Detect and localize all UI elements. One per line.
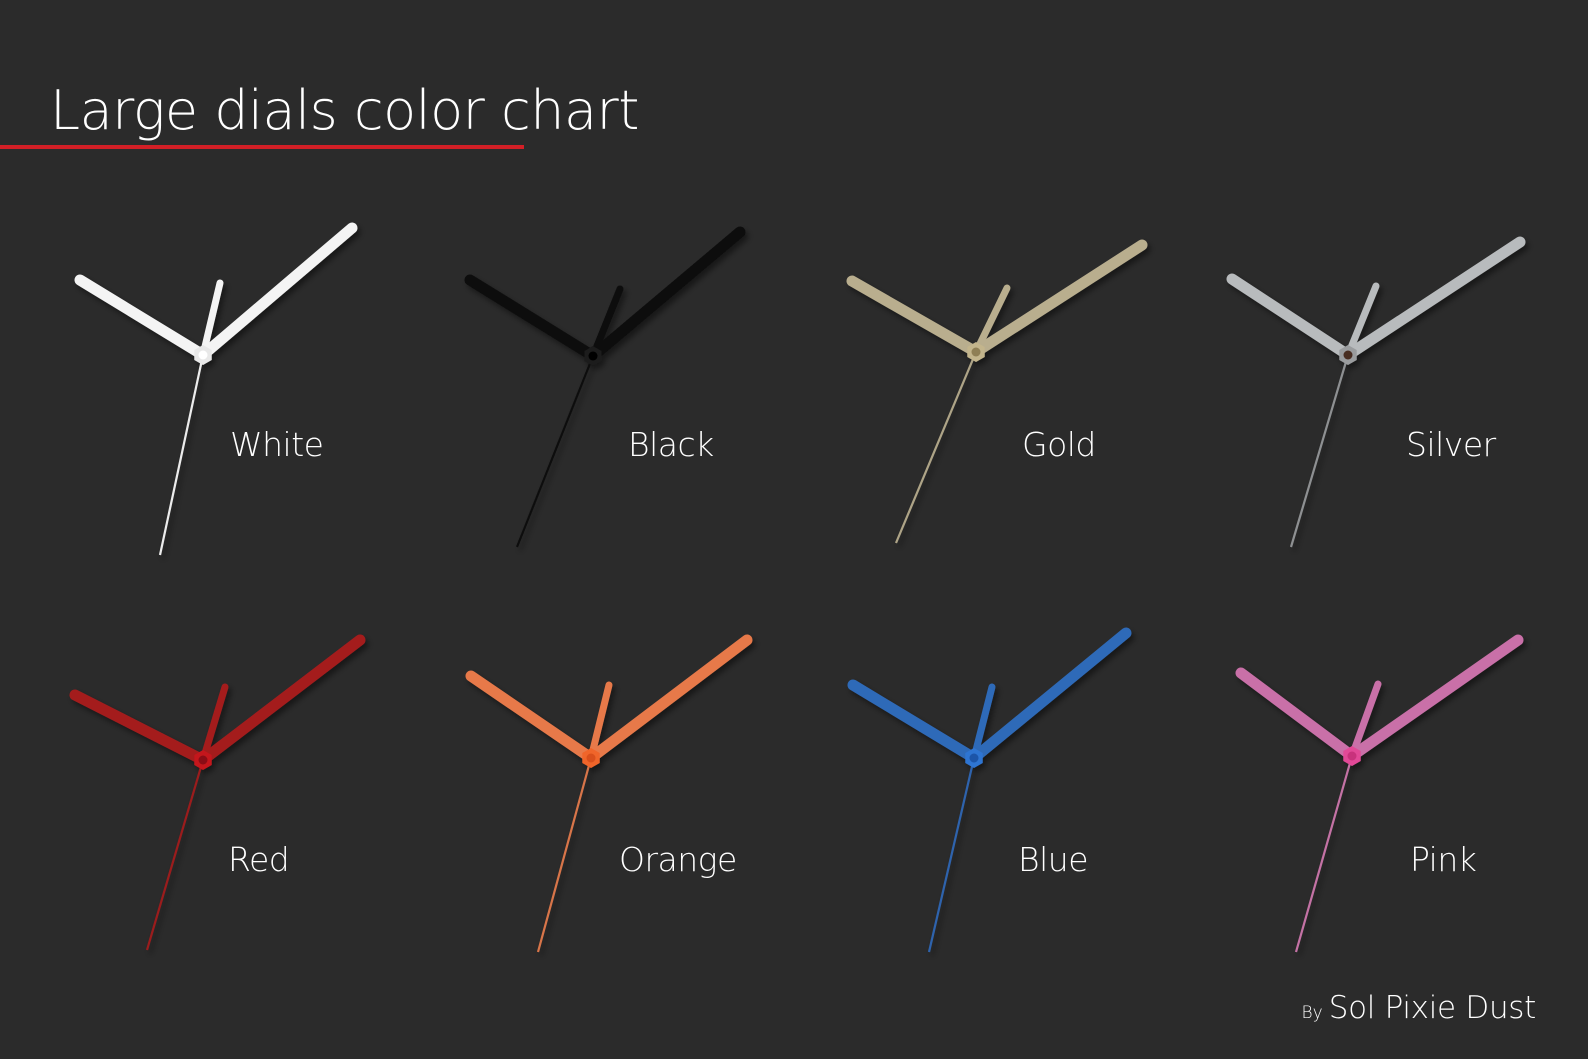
swatch-blue: Blue <box>800 595 1180 975</box>
swatch-silver: Silver <box>1180 180 1560 560</box>
hand-center-pin <box>969 753 979 763</box>
title-underline <box>0 145 524 149</box>
swatch-black: Black <box>410 180 790 560</box>
clock-hands-orange-icon <box>465 634 753 953</box>
hour-hand <box>74 274 209 361</box>
second-hand <box>894 351 978 544</box>
second-hand <box>1289 354 1350 548</box>
hand-center-pin <box>586 753 596 763</box>
hand-center-pin <box>588 351 598 361</box>
hand-center-pin <box>1347 751 1357 761</box>
second-hand <box>145 759 205 951</box>
swatch-label-black: Black <box>628 425 714 464</box>
clock-hands-white-icon <box>74 222 358 556</box>
swatch-pink: Pink <box>1180 595 1560 975</box>
minute-hand <box>197 634 366 766</box>
swatch-label-pink: Pink <box>1410 840 1477 879</box>
second-hand <box>927 757 976 953</box>
minute-hand <box>197 222 358 361</box>
hand-center-pin <box>198 350 208 360</box>
second-hand <box>158 354 205 556</box>
swatch-red: Red <box>20 595 400 975</box>
minute-hand <box>1346 634 1524 762</box>
second-hand <box>515 355 595 548</box>
swatch-label-silver: Silver <box>1406 425 1496 464</box>
clock-hands-blue-icon <box>847 627 1132 953</box>
second-hand <box>1294 755 1354 953</box>
minute-hand <box>968 627 1132 764</box>
credit-by: By <box>1301 1003 1323 1023</box>
clock-hands-red-icon <box>69 634 366 951</box>
hour-hand <box>464 274 599 362</box>
hour-hand <box>847 679 980 764</box>
swatch-orange: Orange <box>410 595 790 975</box>
swatch-gold: Gold <box>800 180 1180 560</box>
hour-hand <box>846 275 982 358</box>
swatch-label-white: White <box>230 425 324 464</box>
hour-hand <box>465 670 597 764</box>
swatch-label-red: Red <box>228 840 290 879</box>
minute-hand <box>585 634 753 764</box>
hour-hand <box>1235 667 1358 762</box>
clock-hands-black-icon <box>464 226 746 548</box>
hand-center-pin <box>971 347 981 357</box>
clock-hands-gold-icon <box>846 239 1148 544</box>
second-hand <box>536 757 593 953</box>
swatch-white: White <box>20 180 400 560</box>
swatch-label-orange: Orange <box>619 840 737 879</box>
credit: By Sol Pixie Dust <box>1301 990 1537 1026</box>
swatch-label-blue: Blue <box>1018 840 1089 879</box>
swatch-label-gold: Gold <box>1022 425 1096 464</box>
hour-hand <box>1226 273 1354 361</box>
hand-center-pin <box>1343 350 1353 360</box>
hand-center-pin <box>198 755 208 765</box>
page-title: Large dials color chart <box>50 79 639 142</box>
credit-brand: Sol Pixie Dust <box>1328 990 1537 1026</box>
clock-hands-silver-icon <box>1226 236 1526 548</box>
hour-hand <box>69 689 209 766</box>
clock-hands-pink-icon <box>1235 634 1524 953</box>
